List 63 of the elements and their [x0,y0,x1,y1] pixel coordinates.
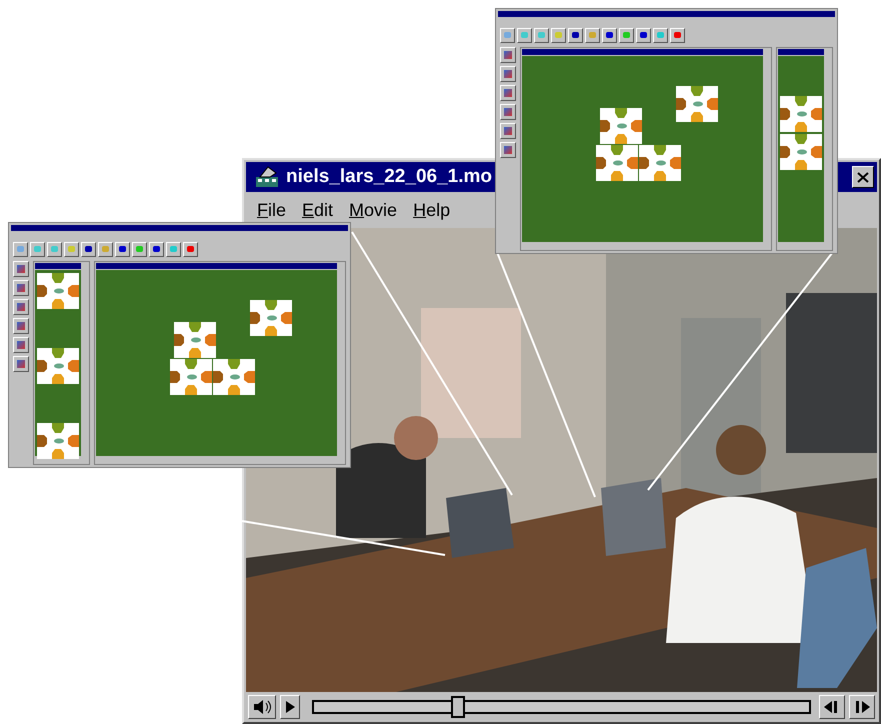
puzzle-card [780,96,822,132]
tool-button[interactable] [500,85,516,101]
puzzle-card [213,359,255,395]
puzzle-card [37,273,79,309]
puzzle-card [37,348,79,384]
tool-button[interactable] [13,299,29,315]
puzzle-card [639,145,681,181]
puzzle-card [780,134,822,170]
toolbar-button[interactable] [568,28,583,42]
puzzle-card [37,423,79,459]
toolbar-button[interactable] [636,28,651,42]
step-forward-icon [853,700,871,714]
toolbar-button[interactable] [81,242,96,256]
puzzle-card [600,108,642,144]
tool-button[interactable] [13,280,29,296]
menu-item[interactable]: Edit [302,200,334,220]
toolbar-button[interactable] [534,28,549,42]
toolbar-button[interactable] [500,28,515,42]
tool-button[interactable] [13,261,29,277]
puzzle-card [676,86,718,122]
step-back-button[interactable] [819,695,845,719]
tool-button[interactable] [500,142,516,158]
menu-item[interactable]: File [257,200,286,220]
slider-thumb[interactable] [450,696,465,718]
toolbar-button[interactable] [517,28,532,42]
toolbar-button[interactable] [653,28,668,42]
tool-button[interactable] [13,356,29,372]
toolbar-button[interactable] [619,28,634,42]
toolbar-button[interactable] [585,28,600,42]
tool-button[interactable] [500,47,516,63]
toolbar-button[interactable] [132,242,147,256]
speaker-icon [252,698,272,716]
toolbar-button[interactable] [149,242,164,256]
tool-button[interactable] [13,337,29,353]
menu-item[interactable]: Help [413,200,450,220]
toolbar-button[interactable] [13,242,28,256]
volume-button[interactable] [248,695,276,719]
window-title: niels_lars_22_06_1.mo [286,166,493,188]
tool-button[interactable] [13,318,29,334]
toolbar-button[interactable] [64,242,79,256]
toolbar-button[interactable] [30,242,45,256]
tool-button[interactable] [500,123,516,139]
toolbar-button[interactable] [551,28,566,42]
puzzle-card [170,359,212,395]
play-icon [284,700,296,714]
toolbar-button[interactable] [166,242,181,256]
puzzle-card [174,322,216,358]
tool-button[interactable] [500,66,516,82]
toolbar-button[interactable] [47,242,62,256]
puzzle-card [596,145,638,181]
toolbar-button[interactable] [115,242,130,256]
close-icon [857,172,869,182]
close-button[interactable] [852,166,874,188]
toolbar-button[interactable] [183,242,198,256]
film-icon [254,165,280,189]
menu-item[interactable]: Movie [349,200,398,220]
toolbar-button[interactable] [602,28,617,42]
toolbar-button[interactable] [670,28,685,42]
toolbar-button[interactable] [98,242,113,256]
play-button[interactable] [280,695,300,719]
step-forward-button[interactable] [849,695,875,719]
tool-button[interactable] [500,104,516,120]
puzzle-card [250,300,292,336]
